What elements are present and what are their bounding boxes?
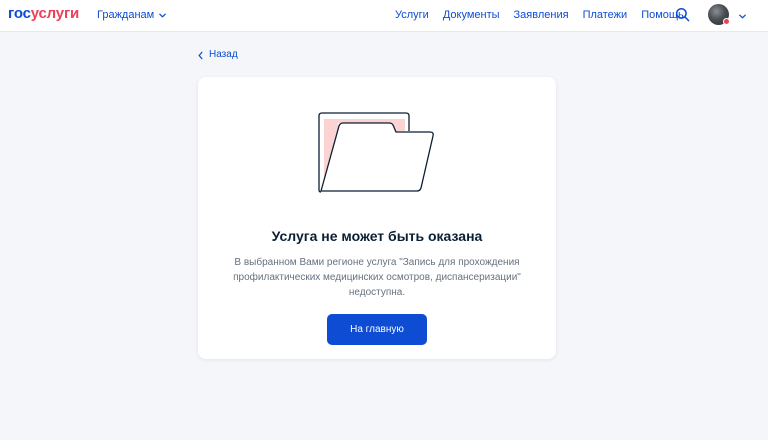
logo-part-gos: гос: [8, 5, 31, 22]
nav-item-documents[interactable]: Документы: [443, 8, 500, 22]
description-line: В выбранном Вами регионе услуга "Запись …: [234, 257, 520, 268]
description-line: недоступна.: [348, 287, 406, 298]
error-card: Услуга не может быть оказана В выбранном…: [198, 77, 556, 359]
back-label: Назад: [209, 49, 238, 60]
nav-item-services[interactable]: Услуги: [395, 8, 429, 22]
back-link[interactable]: Назад: [197, 48, 238, 62]
chevron-left-icon: [198, 51, 203, 59]
chevron-down-icon: [739, 14, 746, 19]
top-header: госуслуги Гражданам Услуги Документы Зая…: [0, 0, 768, 32]
nav-item-payments[interactable]: Платежи: [583, 8, 628, 22]
folder-icon: [318, 112, 434, 193]
error-title: Услуга не может быть оказана: [271, 228, 483, 244]
error-description: В выбранном Вами регионе услуга "Запись …: [218, 255, 536, 300]
notification-dot: [723, 18, 730, 25]
description-line: профилактических медицинских осмотров, д…: [233, 272, 521, 283]
role-label: Гражданам: [97, 9, 155, 21]
search-icon[interactable]: [675, 7, 690, 22]
chevron-down-icon: [159, 13, 167, 17]
gosuslugi-logo[interactable]: госуслуги: [8, 5, 79, 23]
home-button[interactable]: На главную: [327, 314, 427, 345]
user-menu[interactable]: [708, 4, 748, 26]
logo-part-uslugi: услуги: [30, 5, 80, 22]
nav-item-applications[interactable]: Заявления: [514, 8, 569, 22]
main-nav: Услуги Документы Заявления Платежи Помощ…: [395, 8, 684, 22]
role-selector[interactable]: Гражданам: [97, 8, 167, 22]
